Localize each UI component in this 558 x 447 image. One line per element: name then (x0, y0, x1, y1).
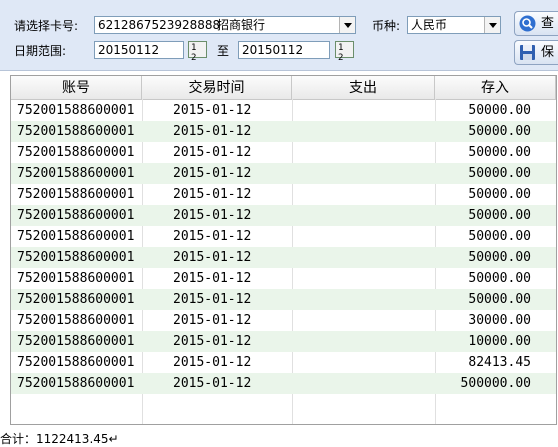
cell-deposit: 50000.00 (468, 166, 531, 181)
calendar-icon: 1 2 (338, 43, 344, 63)
cell-time: 2015-01-12 (173, 124, 252, 139)
date-to-label: 至 (217, 44, 230, 58)
query-label: 查 (541, 16, 555, 31)
cell-account: 752001588600001 (17, 229, 135, 244)
card-select[interactable]: 6212867523928888 招商银行 (94, 16, 356, 34)
chevron-down-icon[interactable] (484, 17, 500, 33)
table-row[interactable]: 752001588600001 2015-01-12 50000.00 (11, 289, 556, 310)
cell-deposit: 50000.00 (468, 103, 531, 118)
cell-deposit: 50000.00 (468, 145, 531, 160)
cell-account: 752001588600001 (17, 376, 135, 391)
floppy-disk-icon (520, 45, 535, 60)
save-label: 保 (541, 45, 555, 60)
table-row[interactable]: 752001588600001 2015-01-12 10000.00 (11, 331, 556, 352)
table-row[interactable]: 752001588600001 2015-01-12 50000.00 (11, 247, 556, 268)
cell-account: 752001588600001 (17, 124, 135, 139)
cell-time: 2015-01-12 (173, 145, 252, 160)
cell-deposit: 50000.00 (468, 124, 531, 139)
date-to-value: 20150112 (242, 43, 304, 57)
cell-account: 752001588600001 (17, 355, 135, 370)
currency-label: 币种: (372, 19, 401, 33)
cell-time: 2015-01-12 (173, 250, 252, 265)
calendar-from-button[interactable]: 1 2 (188, 41, 207, 63)
cell-deposit: 82413.45 (468, 355, 531, 370)
cell-deposit: 50000.00 (468, 229, 531, 244)
cell-deposit: 50000.00 (468, 208, 531, 223)
save-button[interactable]: 保 (514, 40, 558, 65)
table-row[interactable]: 752001588600001 2015-01-12 50000.00 (11, 121, 556, 142)
cell-time: 2015-01-12 (173, 271, 252, 286)
table-row[interactable]: 752001588600001 2015-01-12 50000.00 (11, 205, 556, 226)
table-row[interactable]: 752001588600001 2015-01-12 30000.00 (11, 310, 556, 331)
cell-deposit: 50000.00 (468, 187, 531, 202)
date-to-field[interactable]: 20150112 (238, 41, 330, 59)
cell-time: 2015-01-12 (173, 187, 252, 202)
calendar-icon: 1 2 (191, 43, 197, 63)
cell-time: 2015-01-12 (173, 334, 252, 349)
cell-account: 752001588600001 (17, 103, 135, 118)
filter-panel: 请选择卡号: 6212867523928888 招商银行 币种: 人民币 日期范… (0, 0, 558, 71)
cell-account: 752001588600001 (17, 334, 135, 349)
cell-time: 2015-01-12 (173, 292, 252, 307)
search-icon (519, 15, 536, 32)
cell-account: 752001588600001 (17, 271, 135, 286)
table-row[interactable]: 752001588600001 2015-01-12 50000.00 (11, 100, 556, 121)
table-row[interactable]: 752001588600001 2015-01-12 50000.00 (11, 142, 556, 163)
column-header-expense[interactable]: 支出 (292, 76, 435, 99)
chevron-down-icon[interactable] (339, 17, 355, 33)
currency-select[interactable]: 人民币 (407, 16, 501, 34)
cell-account: 752001588600001 (17, 313, 135, 328)
cell-deposit: 50000.00 (468, 292, 531, 307)
table-header: 账号 交易时间 支出 存入 (11, 76, 556, 100)
cell-account: 752001588600001 (17, 208, 135, 223)
cell-deposit: 50000.00 (468, 271, 531, 286)
cell-time: 2015-01-12 (173, 208, 252, 223)
cell-time: 2015-01-12 (173, 355, 252, 370)
cell-account: 752001588600001 (17, 187, 135, 202)
cell-account: 752001588600001 (17, 145, 135, 160)
calendar-to-button[interactable]: 1 2 (335, 41, 354, 63)
cell-deposit: 30000.00 (468, 313, 531, 328)
transactions-table: 账号 交易时间 支出 存入 752001588600001 2015-01-12 5… (10, 75, 557, 425)
cell-deposit: 50000.00 (468, 250, 531, 265)
cell-time: 2015-01-12 (173, 103, 252, 118)
table-row[interactable]: 752001588600001 2015-01-12 50000.00 (11, 268, 556, 289)
table-row[interactable]: 752001588600001 2015-01-12 50000.00 (11, 226, 556, 247)
bank-name: 招商银行 (217, 18, 266, 32)
table-row[interactable]: 752001588600001 2015-01-12 50000.00 (11, 163, 556, 184)
cell-time: 2015-01-12 (173, 229, 252, 244)
date-from-field[interactable]: 20150112 (94, 41, 184, 59)
card-number: 6212867523928888 (98, 18, 221, 32)
cell-account: 752001588600001 (17, 292, 135, 307)
currency-value: 人民币 (411, 18, 448, 32)
total-summary: 合计：1122413.45↵ (0, 432, 119, 446)
cell-deposit: 10000.00 (468, 334, 531, 349)
cell-time: 2015-01-12 (173, 376, 252, 391)
column-header-account[interactable]: 账号 (11, 76, 142, 99)
cell-account: 752001588600001 (17, 166, 135, 181)
table-row[interactable]: 752001588600001 2015-01-12 82413.45 (11, 352, 556, 373)
cell-time: 2015-01-12 (173, 166, 252, 181)
query-button[interactable]: 查 (514, 11, 558, 36)
card-label: 请选择卡号: (14, 19, 79, 33)
table-row[interactable]: 752001588600001 2015-01-12 500000.00 (11, 373, 556, 394)
table-row[interactable]: 752001588600001 2015-01-12 50000.00 (11, 184, 556, 205)
cell-deposit: 500000.00 (460, 376, 531, 391)
column-header-time[interactable]: 交易时间 (142, 76, 292, 99)
column-header-deposit[interactable]: 存入 (435, 76, 556, 99)
date-range-label: 日期范围: (14, 44, 67, 58)
cell-time: 2015-01-12 (173, 313, 252, 328)
cell-account: 752001588600001 (17, 250, 135, 265)
date-from-value: 20150112 (98, 43, 160, 57)
